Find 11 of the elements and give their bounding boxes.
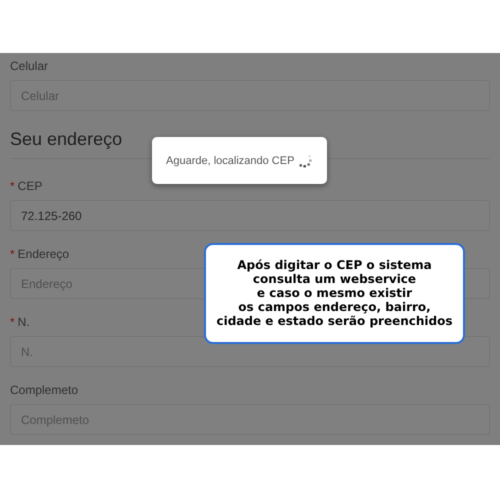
field-label: Celular xyxy=(10,59,48,73)
field-label: Endereço xyxy=(18,247,70,261)
loading-message: Aguarde, localizando CEP xyxy=(166,154,294,166)
required-mark: * xyxy=(10,247,15,261)
field-label: Complemeto xyxy=(10,383,78,397)
required-mark: * xyxy=(10,315,15,329)
field-label: N. xyxy=(18,315,30,329)
required-mark: * xyxy=(10,179,15,193)
field-label: CEP xyxy=(18,179,42,193)
section-heading: Seu endereço xyxy=(10,129,122,150)
callout-text: Após digitar o CEP o sistema consulta um webservice e caso o mesmo existir os campos endereço, bairro, cidade e estado serão preenchidos xyxy=(216,258,453,328)
